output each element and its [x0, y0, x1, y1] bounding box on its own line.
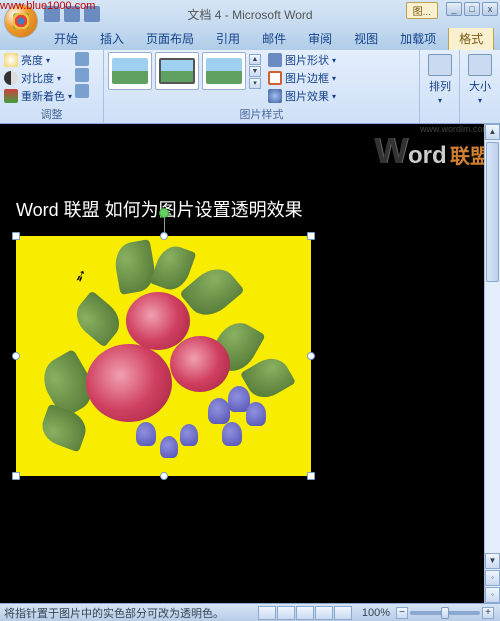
scroll-down-button[interactable]: ▼: [485, 553, 500, 569]
compress-pictures-icon[interactable]: [75, 52, 89, 66]
zoom-percent[interactable]: 100%: [362, 607, 390, 619]
vertical-scrollbar[interactable]: ▲ ▼ ◦ ◦: [484, 124, 500, 603]
brightness-button[interactable]: 亮度▾: [4, 52, 72, 68]
resize-handle-ml[interactable]: [12, 352, 20, 360]
ribbon-group-size: 大小▾: [460, 50, 500, 123]
contextual-tab-label: 图...: [406, 2, 438, 19]
contrast-icon: [4, 71, 18, 85]
view-full-reading[interactable]: [277, 606, 295, 620]
group-title-adjust: 调整: [4, 106, 99, 123]
recolor-button[interactable]: 重新着色▾: [4, 88, 72, 104]
view-draft[interactable]: [334, 606, 352, 620]
zoom-slider[interactable]: [410, 611, 480, 615]
watermark-logo: Word 联盟: [374, 130, 490, 172]
ribbon-group-adjust: 亮度▾ 对比度▾ 重新着色▾ 调整: [0, 50, 104, 123]
tab-addins[interactable]: 加载项: [390, 27, 446, 50]
status-hint: 将指针置于图片中的实色部分可改为透明色。: [4, 605, 258, 621]
scroll-thumb[interactable]: [486, 142, 499, 282]
selected-picture[interactable]: ➶: [16, 236, 311, 476]
tab-view[interactable]: 视图: [344, 27, 388, 50]
view-web-layout[interactable]: [296, 606, 314, 620]
recolor-icon: [4, 89, 18, 103]
resize-handle-br[interactable]: [307, 472, 315, 480]
tab-page-layout[interactable]: 页面布局: [136, 27, 204, 50]
tab-home[interactable]: 开始: [44, 27, 88, 50]
gallery-scroll-down[interactable]: ▼: [249, 66, 261, 77]
resize-handle-tc[interactable]: [160, 232, 168, 240]
ribbon: 亮度▾ 对比度▾ 重新着色▾ 调整 ▲ ▼ ▾: [0, 50, 500, 124]
window-controls: _ □ x: [446, 2, 498, 16]
resize-handle-mr[interactable]: [307, 352, 315, 360]
brightness-icon: [4, 53, 18, 67]
picture-border-button[interactable]: 图片边框▾: [268, 70, 336, 86]
status-bar: 将指针置于图片中的实色部分可改为透明色。 100% − +: [0, 603, 500, 621]
close-button[interactable]: x: [482, 2, 498, 16]
window-title: 文档 4 - Microsoft Word: [187, 6, 312, 23]
picture-content: ➶: [16, 236, 311, 476]
view-buttons: [258, 606, 352, 620]
picture-effects-icon: [268, 89, 282, 103]
next-page-button[interactable]: ◦: [485, 587, 500, 603]
gallery-scroll-up[interactable]: ▲: [249, 54, 261, 65]
resize-handle-bc[interactable]: [160, 472, 168, 480]
set-transparent-cursor-icon: ➶: [71, 264, 90, 287]
view-print-layout[interactable]: [258, 606, 276, 620]
size-button[interactable]: 大小▾: [464, 52, 496, 107]
change-picture-icon[interactable]: [75, 68, 89, 82]
resize-handle-tr[interactable]: [307, 232, 315, 240]
arrange-button[interactable]: 排列▾: [424, 52, 456, 107]
minimize-button[interactable]: _: [446, 2, 462, 16]
tab-insert[interactable]: 插入: [90, 27, 134, 50]
picture-shape-icon: [268, 53, 282, 67]
tab-mailings[interactable]: 邮件: [252, 27, 296, 50]
resize-handle-bl[interactable]: [12, 472, 20, 480]
group-title-picture-styles: 图片样式: [108, 106, 415, 123]
reset-picture-icon[interactable]: [75, 84, 89, 98]
style-item-2[interactable]: [155, 52, 199, 90]
ribbon-group-picture-styles: ▲ ▼ ▾ 图片形状▾ 图片边框▾ 图片效果▾ 图片样式: [104, 50, 420, 123]
zoom-out-button[interactable]: −: [396, 607, 408, 619]
document-canvas[interactable]: www.wordlm.com Word 联盟 Word 联盟 如何为图片设置透明…: [0, 124, 500, 603]
view-outline[interactable]: [315, 606, 333, 620]
tab-references[interactable]: 引用: [206, 27, 250, 50]
arrange-icon: [428, 54, 452, 76]
maximize-button[interactable]: □: [464, 2, 480, 16]
style-item-1[interactable]: [108, 52, 152, 90]
picture-border-icon: [268, 71, 282, 85]
contrast-button[interactable]: 对比度▾: [4, 70, 72, 86]
tab-format[interactable]: 格式: [448, 26, 494, 50]
rotation-handle[interactable]: [159, 208, 169, 218]
prev-page-button[interactable]: ◦: [485, 570, 500, 586]
resize-handle-tl[interactable]: [12, 232, 20, 240]
ribbon-tabs: 开始 插入 页面布局 引用 邮件 审阅 视图 加载项 格式: [0, 28, 500, 50]
scroll-up-button[interactable]: ▲: [485, 124, 500, 140]
picture-effects-button[interactable]: 图片效果▾: [268, 88, 336, 104]
gallery-scroll: ▲ ▼ ▾: [249, 54, 261, 89]
zoom-in-button[interactable]: +: [482, 607, 494, 619]
gallery-more[interactable]: ▾: [249, 78, 261, 89]
zoom-slider-thumb[interactable]: [441, 607, 449, 619]
ribbon-group-arrange: 排列▾: [420, 50, 460, 123]
picture-styles-gallery[interactable]: ▲ ▼ ▾: [108, 52, 261, 90]
watermark-url: www.blue1000.com: [0, 0, 95, 12]
tab-review[interactable]: 审阅: [298, 27, 342, 50]
size-icon: [468, 54, 492, 76]
style-item-3[interactable]: [202, 52, 246, 90]
picture-shape-button[interactable]: 图片形状▾: [268, 52, 336, 68]
